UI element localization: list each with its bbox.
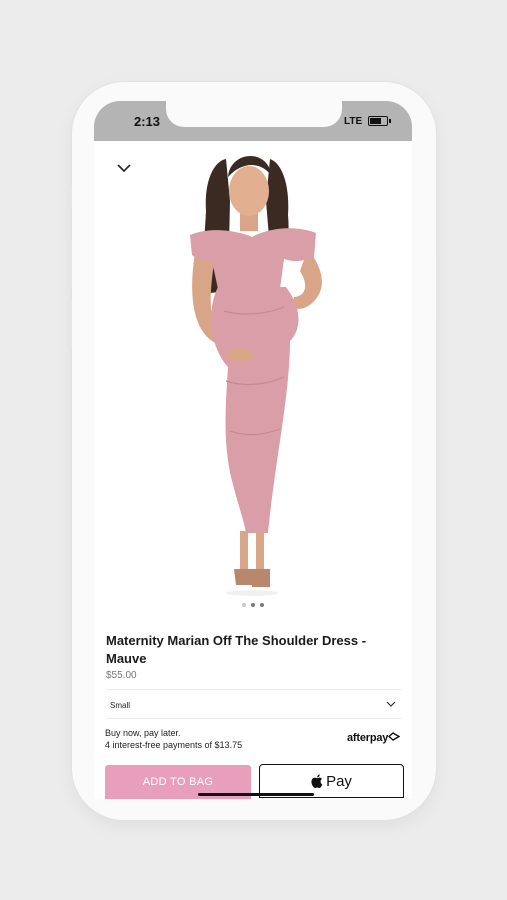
power-button [436, 250, 440, 320]
silent-switch [68, 186, 72, 208]
carousel-indicator [94, 603, 412, 607]
volume-down-button [68, 300, 72, 348]
status-time: 2:13 [134, 114, 161, 129]
chevron-down-icon[interactable] [116, 163, 132, 173]
carousel-dot[interactable] [242, 603, 246, 607]
battery-icon [368, 116, 391, 126]
carousel-dot-active[interactable] [251, 603, 255, 607]
status-bar: 2:13 LTE [94, 101, 412, 141]
afterpay-arrows-icon [388, 732, 401, 741]
apple-pay-label: Pay [326, 772, 352, 790]
home-indicator[interactable] [198, 793, 314, 796]
divider [106, 689, 402, 690]
volume-up-button [68, 240, 72, 288]
afterpay-logo-text: afterpay [347, 732, 389, 744]
status-carrier: LTE [344, 116, 363, 127]
product-image[interactable] [94, 141, 412, 625]
model-illustration [190, 155, 322, 596]
carousel-dot[interactable] [260, 603, 264, 607]
afterpay-line1: Buy now, pay later. [105, 728, 181, 738]
product-price: $55.00 [106, 670, 137, 681]
size-select-value[interactable]: Small [110, 701, 130, 710]
afterpay-line2: 4 interest-free payments of $13.75 [105, 740, 243, 750]
phone-screen: 2:13 LTE Maternity Marian Off The Should… [94, 101, 412, 799]
afterpay-logo: afterpay [347, 732, 401, 744]
divider [106, 718, 402, 719]
apple-icon [311, 774, 323, 788]
afterpay-info: Buy now, pay later. 4 interest-free paym… [105, 727, 242, 751]
chevron-down-icon[interactable] [386, 701, 396, 708]
notch [166, 101, 342, 127]
product-title: Maternity Marian Off The Shoulder Dress … [106, 633, 367, 666]
